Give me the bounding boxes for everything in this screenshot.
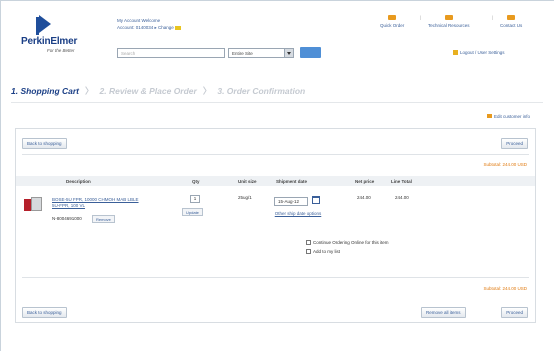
lock-icon xyxy=(453,50,458,56)
col-shipment-date: Shipment date xyxy=(276,179,308,184)
divider-2 xyxy=(22,277,529,278)
perkinelmer-logo[interactable]: PerkinElmer For the Better xyxy=(21,15,81,59)
back-to-shopping-button-bottom[interactable]: Back to shopping xyxy=(22,307,67,318)
update-qty-button[interactable]: Update xyxy=(182,208,203,216)
step-arrow-icon-2: 〉 xyxy=(202,86,212,96)
book-icon xyxy=(444,15,453,20)
link-separator-2: | xyxy=(492,15,494,20)
chevron-down-icon xyxy=(284,49,293,57)
proceed-button-bottom[interactable]: Proceed xyxy=(501,307,528,318)
cart-icon xyxy=(388,15,397,20)
phone-icon xyxy=(507,15,516,20)
continue-ordering-label: Continue Ordering Online for this item xyxy=(313,240,389,245)
unit-size-value: 25ug/1 xyxy=(238,195,252,200)
shopping-cart-panel: Back to shopping Proceed Subtotal: 244.0… xyxy=(15,128,536,323)
step-order-confirmation: 3. Order Confirmation xyxy=(217,86,306,96)
search-input[interactable]: Search xyxy=(117,48,225,58)
account-line-1[interactable]: My Account Welcome xyxy=(117,17,182,24)
divider xyxy=(22,154,529,155)
option-add-to-list[interactable]: Add to my list xyxy=(306,249,341,255)
option-continue-ordering[interactable]: Continue Ordering Online for this item xyxy=(306,240,389,246)
part-number: N-8004691000 xyxy=(52,216,82,221)
proceed-button[interactable]: Proceed xyxy=(501,138,528,149)
step-shopping-cart: 1. Shopping Cart xyxy=(11,86,79,96)
link-separator: | xyxy=(420,15,422,20)
technical-resources-label: Technical Resources xyxy=(428,23,470,28)
add-to-list-label: Add to my list xyxy=(313,249,341,254)
account-info: My Account Welcome Account: 0140034 ▸ Ch… xyxy=(117,17,182,31)
col-description: Description xyxy=(66,179,91,184)
subtotal-top: Subtotal: 244.00 USD xyxy=(483,162,527,167)
logout-link[interactable]: Logout / User Settings xyxy=(453,50,505,56)
page: PerkinElmer For the Better My Account We… xyxy=(0,0,554,351)
product-image[interactable] xyxy=(24,197,42,213)
col-line-total: Line Total xyxy=(391,179,412,184)
calendar-icon[interactable] xyxy=(312,196,320,204)
edit-customer-info-link[interactable]: Edit customer info xyxy=(487,114,530,119)
brand-name: PerkinElmer xyxy=(21,36,78,47)
subtotal-bottom: Subtotal: 244.00 USD xyxy=(483,286,527,291)
step-arrow-icon: 〉 xyxy=(85,86,94,96)
net-price-value: 244.00 xyxy=(357,195,371,200)
line-total-value: 244.00 xyxy=(395,195,409,200)
quick-order-label: Quick Order xyxy=(380,23,405,28)
logout-label: Logout / User Settings xyxy=(460,50,505,55)
steps-divider xyxy=(11,102,543,103)
remove-item-button[interactable]: Remove xyxy=(92,215,115,223)
other-ship-dates-link[interactable]: Other ship date options xyxy=(274,211,322,217)
shipment-date-input[interactable]: 15-Aug-12 xyxy=(274,197,308,206)
add-to-list-checkbox[interactable] xyxy=(306,249,311,255)
back-to-shopping-button[interactable]: Back to shopping xyxy=(22,138,67,149)
contact-us-link[interactable]: Contact Us xyxy=(500,15,522,28)
continue-ordering-checkbox[interactable] xyxy=(306,240,311,246)
col-unit-size: Unit size xyxy=(238,179,257,184)
search-scope-value: Entire Site xyxy=(232,51,253,56)
edit-customer-info-label: Edit customer info xyxy=(494,114,531,119)
col-net-price: Net price xyxy=(355,179,375,184)
search-go-button[interactable] xyxy=(300,47,321,58)
remove-all-items-button[interactable]: Remove all items xyxy=(421,307,466,318)
search-scope-select[interactable]: Entire Site xyxy=(228,48,294,58)
logo-arrow-icon xyxy=(39,15,51,33)
account-line-2[interactable]: Account: 0140034 ▸ Change xyxy=(117,24,182,31)
product-name-link[interactable]: BOSE-5U FPR, 10000 CHMOH MAB LBLE 5U-FPR… xyxy=(52,197,142,209)
technical-resources-link[interactable]: Technical Resources xyxy=(428,15,470,28)
account-number[interactable]: Account: 0140034 ▸ Change xyxy=(117,25,174,30)
col-qty: Qty xyxy=(192,179,200,184)
top-links: Quick Order | Technical Resources | Cont… xyxy=(376,15,536,37)
product-box-back xyxy=(31,197,42,211)
quick-order-link[interactable]: Quick Order xyxy=(380,15,404,28)
brand-tagline: For the Better xyxy=(47,48,75,53)
edit-icon xyxy=(487,114,492,118)
quantity-input[interactable]: 1 xyxy=(190,195,200,203)
contact-us-label: Contact Us xyxy=(500,23,523,28)
step-review-order: 2. Review & Place Order xyxy=(99,86,197,96)
checkout-steps: 1. Shopping Cart 〉 2. Review & Place Order… xyxy=(11,85,305,97)
flag-icon xyxy=(174,25,181,30)
